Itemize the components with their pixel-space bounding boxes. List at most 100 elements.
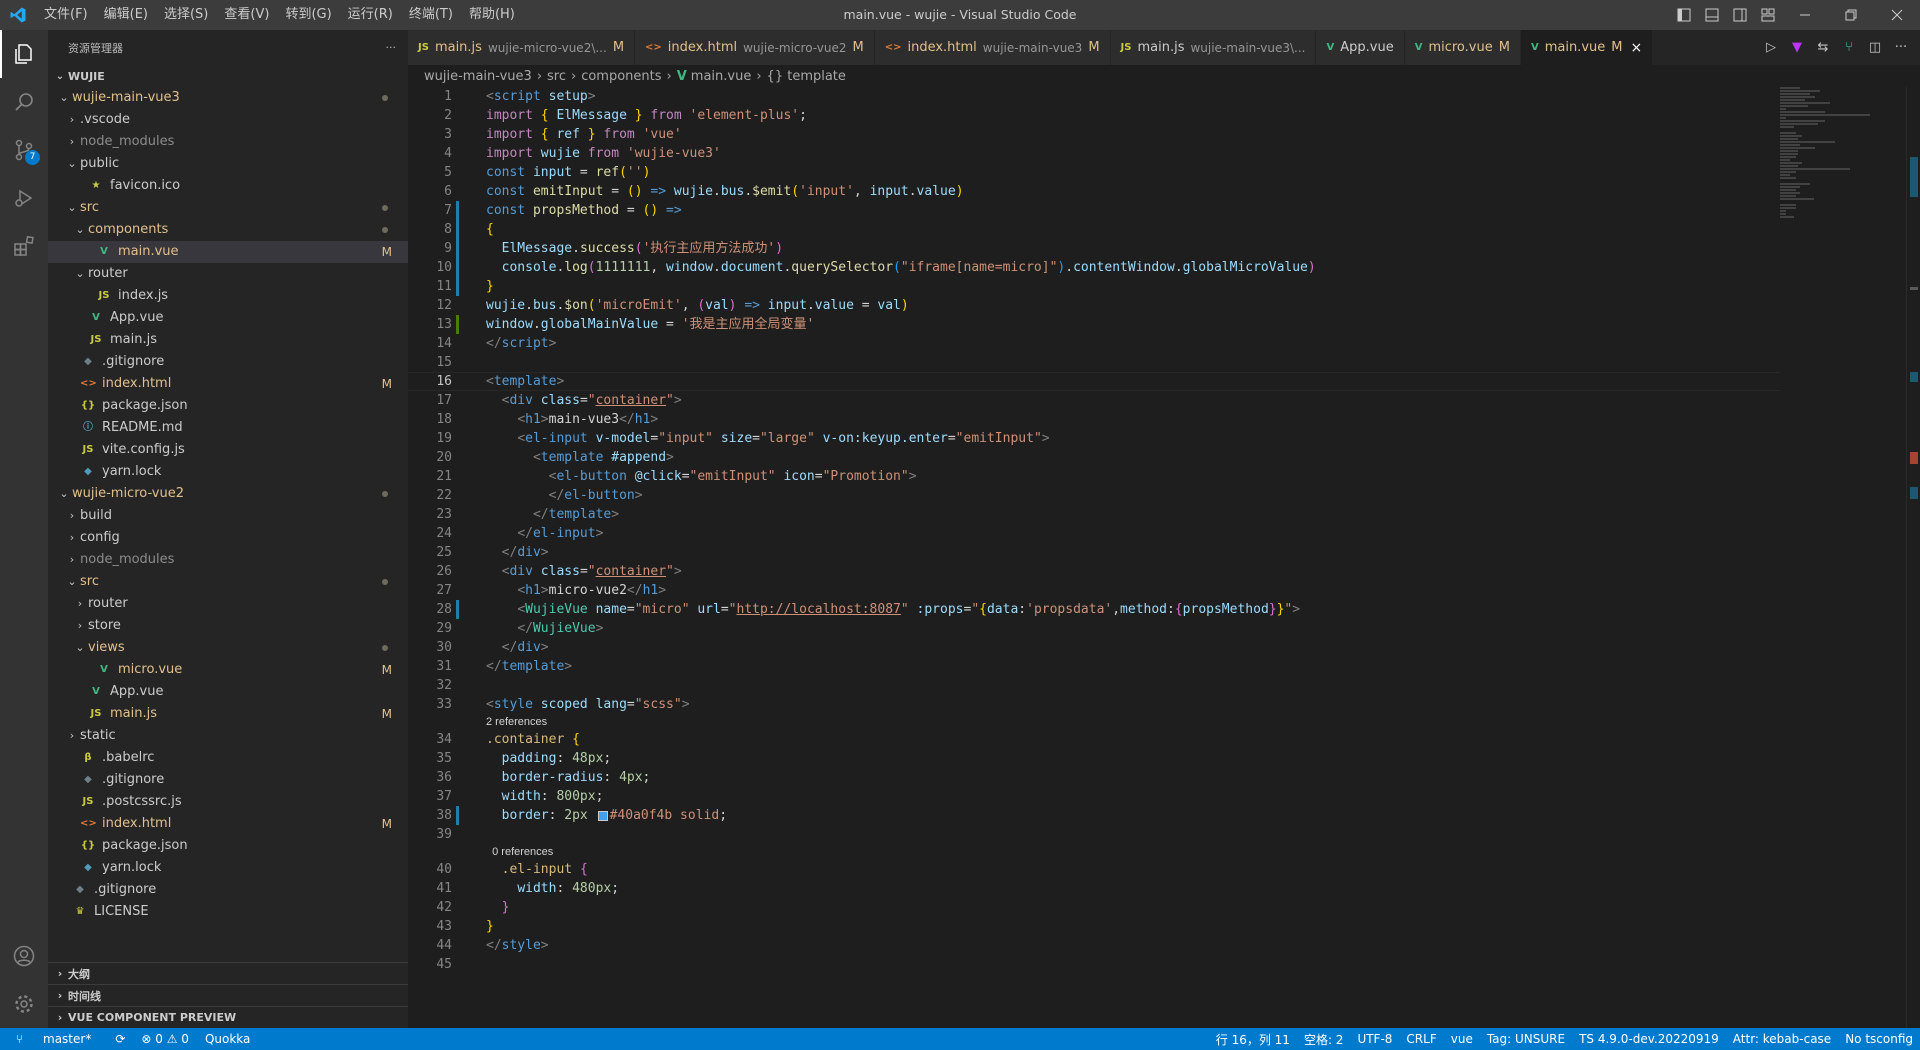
breadcrumb-item[interactable]: src <box>547 69 566 84</box>
tree-folder[interactable]: › store <box>48 615 408 637</box>
git-graph-icon[interactable]: ⑂ <box>1836 40 1862 55</box>
tree-file[interactable]: ◆ .gitignore <box>48 769 408 791</box>
tree-folder[interactable]: ⌄ wujie-micro-vue2 <box>48 483 408 505</box>
tree-file[interactable]: ⓘ README.md <box>48 417 408 439</box>
close-tab-icon[interactable]: × <box>1630 40 1642 56</box>
editor-tab[interactable]: Vmain.vue M × <box>1520 30 1654 65</box>
tree-folder[interactable]: ⌄ src <box>48 197 408 219</box>
code-url-link[interactable]: http://localhost:8087 <box>737 602 901 617</box>
manage-gear-icon[interactable] <box>0 980 48 1028</box>
code-lens[interactable]: 2 references <box>408 714 1780 730</box>
tree-folder[interactable]: › node_modules <box>48 549 408 571</box>
accounts-icon[interactable] <box>0 932 48 980</box>
problems-status[interactable]: ⊗ 0 ⚠ 0 <box>133 1032 197 1046</box>
tree-file[interactable]: JS index.js <box>48 285 408 307</box>
references-codelens[interactable]: 0 references <box>492 846 553 858</box>
tag-status[interactable]: Tag: UNSURE <box>1480 1032 1572 1046</box>
run-icon[interactable]: ▷ <box>1758 40 1784 55</box>
editor-tab[interactable]: JS main.js wujie-main-vue3\... <box>1110 30 1317 65</box>
extensions-icon[interactable] <box>0 222 48 270</box>
editor-tab[interactable]: JS main.js wujie-micro-vue2\... M <box>408 30 636 65</box>
encoding-status[interactable]: UTF-8 <box>1350 1032 1399 1046</box>
tree-file[interactable]: JS .postcssrc.js <box>48 791 408 813</box>
search-icon[interactable] <box>0 78 48 126</box>
menu-file[interactable]: 文件(F) <box>36 0 96 30</box>
source-control-icon[interactable]: 7 <box>0 126 48 174</box>
tree-folder[interactable]: › build <box>48 505 408 527</box>
menu-selection[interactable]: 选择(S) <box>156 0 216 30</box>
eol-status[interactable]: CRLF <box>1399 1032 1443 1046</box>
sync-icon[interactable]: ⟳ <box>107 1032 133 1046</box>
tree-file[interactable]: {} package.json <box>48 835 408 857</box>
compare-changes-icon[interactable]: ⇆ <box>1810 40 1836 55</box>
tree-file[interactable]: Vmicro.vue M <box>48 659 408 681</box>
tree-folder[interactable]: › config <box>48 527 408 549</box>
tree-file[interactable]: JS vite.config.js <box>48 439 408 461</box>
editor-tab[interactable]: <> index.html wujie-micro-vue2 M <box>635 30 875 65</box>
vue-preview-section[interactable]: › VUE COMPONENT PREVIEW <box>48 1006 408 1028</box>
tree-file[interactable]: <> index.html M <box>48 373 408 395</box>
tree-file[interactable]: V App.vue <box>48 681 408 703</box>
editor-tab[interactable]: <> index.html wujie-main-vue3 M <box>874 30 1111 65</box>
tree-folder[interactable]: ⌄ views <box>48 637 408 659</box>
breadcrumb-item[interactable]: components <box>581 69 661 84</box>
menu-go[interactable]: 转到(G) <box>277 0 339 30</box>
indentation-status[interactable]: 空格: 2 <box>1297 1031 1351 1048</box>
breadcrumb-item[interactable]: {} template <box>767 69 846 84</box>
menu-view[interactable]: 查看(V) <box>216 0 277 30</box>
tree-file[interactable]: ★ favicon.ico <box>48 175 408 197</box>
outline-section[interactable]: › 大纲 <box>48 962 408 984</box>
tree-file[interactable]: ♛ LICENSE <box>48 901 408 923</box>
menu-edit[interactable]: 编辑(E) <box>96 0 156 30</box>
toggle-secondary-sidebar-icon[interactable] <box>1726 0 1754 30</box>
tree-folder[interactable]: ⌄ router <box>48 263 408 285</box>
tree-file[interactable]: V App.vue <box>48 307 408 329</box>
editor-tab[interactable]: V App.vue <box>1316 30 1405 65</box>
tree-folder[interactable]: › static <box>48 725 408 747</box>
tree-file[interactable]: <> index.html M <box>48 813 408 835</box>
code-editor[interactable]: 1 <script setup> 2 import { ElMessage } fr… <box>408 87 1780 1028</box>
editor-tab[interactable]: Vmicro.vue M <box>1404 30 1521 65</box>
restore-icon[interactable] <box>1828 0 1874 30</box>
tree-file[interactable]: {} package.json <box>48 395 408 417</box>
attr-status[interactable]: Attr: kebab-case <box>1726 1032 1838 1046</box>
menu-help[interactable]: 帮助(H) <box>461 0 523 30</box>
menu-run[interactable]: 运行(R) <box>340 0 401 30</box>
tree-file[interactable]: β .babelrc <box>48 747 408 769</box>
run-debug-icon[interactable] <box>0 174 48 222</box>
more-actions-icon[interactable]: ··· <box>386 41 397 54</box>
tree-folder[interactable]: ⌄ src <box>48 571 408 593</box>
tree-file[interactable]: ◆ .gitignore <box>48 879 408 901</box>
tsconfig-status[interactable]: No tsconfig <box>1838 1032 1920 1046</box>
toggle-panel-icon[interactable] <box>1698 0 1726 30</box>
customize-layout-icon[interactable] <box>1754 0 1782 30</box>
minimap[interactable] <box>1780 87 1906 1028</box>
menu-terminal[interactable]: 终端(T) <box>401 0 461 30</box>
breadcrumb-item[interactable]: wujie-main-vue3 <box>424 69 532 84</box>
tree-folder[interactable]: › .vscode <box>48 109 408 131</box>
tree-folder[interactable]: ⌄ public <box>48 153 408 175</box>
tree-folder[interactable]: ⌄ components <box>48 219 408 241</box>
workspace-header[interactable]: ⌄ WUJIE <box>48 65 408 87</box>
tree-folder[interactable]: › node_modules <box>48 131 408 153</box>
quokka-status[interactable]: Quokka <box>197 1032 258 1046</box>
tree-file[interactable]: ◆ .gitignore <box>48 351 408 373</box>
references-codelens[interactable]: 2 references <box>486 714 547 730</box>
more-actions-icon[interactable]: ··· <box>1888 40 1914 55</box>
editor-scrollbar[interactable] <box>1906 87 1920 1028</box>
breadcrumb-item[interactable]: main.vue <box>691 69 752 84</box>
vite-icon[interactable]: ▼ <box>1784 40 1810 55</box>
code-lens[interactable]: 0 references <box>408 844 1780 860</box>
timeline-section[interactable]: › 时间线 <box>48 984 408 1006</box>
minimize-icon[interactable] <box>1782 0 1828 30</box>
tree-folder[interactable]: › router <box>48 593 408 615</box>
color-swatch-icon[interactable] <box>597 810 608 821</box>
ts-version-status[interactable]: TS 4.9.0-dev.20220919 <box>1572 1032 1726 1046</box>
tree-file[interactable]: JS main.js M <box>48 703 408 725</box>
split-editor-icon[interactable]: ◫ <box>1862 40 1888 55</box>
tree-file[interactable]: ◆ yarn.lock <box>48 857 408 879</box>
branch-status[interactable]: ⑂ master* <box>0 1032 107 1046</box>
cursor-position[interactable]: 行 16，列 11 <box>1209 1031 1297 1048</box>
language-mode[interactable]: vue <box>1444 1032 1480 1046</box>
tree-file[interactable]: Vmain.vue M <box>48 241 408 263</box>
